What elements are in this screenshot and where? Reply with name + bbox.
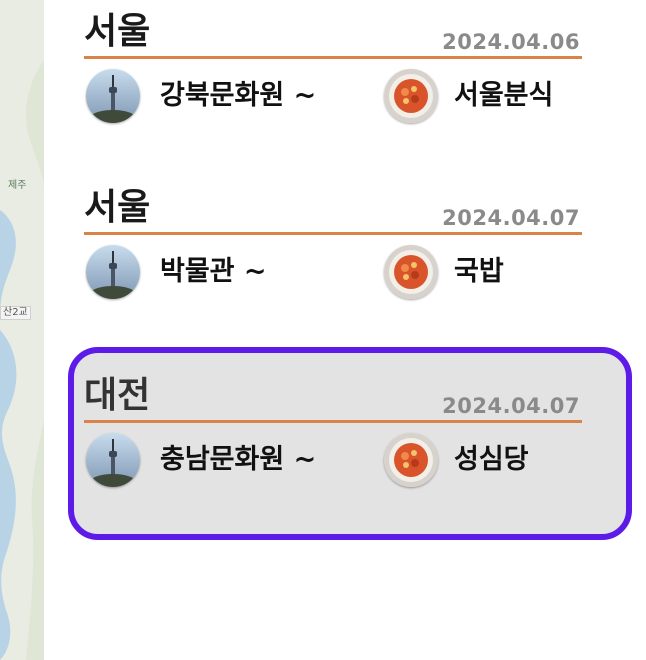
trip-city: 서울 xyxy=(84,11,151,52)
trip-date: 2024.04.07 xyxy=(442,394,580,418)
trip-route-row: 강북문화원 ~ 서울분식 xyxy=(84,59,582,129)
trip-list-screen: 제주 산2교 서울 2024.04.06 강북문화원 ~ 서울분식 서울 202… xyxy=(0,0,646,660)
tower-photo-icon xyxy=(86,245,140,299)
trip-city: 서울 xyxy=(84,187,151,228)
map-view[interactable]: 제주 산2교 xyxy=(0,0,44,660)
food-label: 성심당 xyxy=(454,444,529,475)
trip-header: 대전 2024.04.07 xyxy=(84,364,582,423)
trip-card[interactable]: 서울 2024.04.06 강북문화원 ~ 서울분식 xyxy=(84,0,582,129)
tower-photo-icon xyxy=(86,69,140,123)
trip-route-row: 충남문화원 ~ 성심당 xyxy=(84,423,582,493)
map-road-badge: 산2교 xyxy=(0,306,31,320)
tower-photo-icon xyxy=(86,433,140,487)
food-photo-icon xyxy=(384,69,438,123)
trip-card[interactable]: 서울 2024.04.07 박물관 ~ 국밥 xyxy=(84,176,582,305)
place-label: 박물관 ~ xyxy=(160,256,267,287)
trip-card-selected[interactable]: 대전 2024.04.07 충남문화원 ~ 성심당 xyxy=(84,364,582,493)
place-label: 강북문화원 ~ xyxy=(160,80,317,111)
food-photo-icon xyxy=(384,245,438,299)
map-river-graphic xyxy=(0,0,44,660)
map-label-place: 제주 xyxy=(8,180,27,191)
place-label: 충남문화원 ~ xyxy=(160,444,317,475)
trip-route-row: 박물관 ~ 국밥 xyxy=(84,235,582,305)
trip-city: 대전 xyxy=(84,375,151,416)
trip-header: 서울 2024.04.07 xyxy=(84,176,582,235)
food-label: 서울분식 xyxy=(454,80,554,111)
trip-header: 서울 2024.04.06 xyxy=(84,0,582,59)
food-label: 국밥 xyxy=(454,256,504,287)
trip-date: 2024.04.06 xyxy=(442,30,580,54)
food-photo-icon xyxy=(384,433,438,487)
trip-date: 2024.04.07 xyxy=(442,206,580,230)
